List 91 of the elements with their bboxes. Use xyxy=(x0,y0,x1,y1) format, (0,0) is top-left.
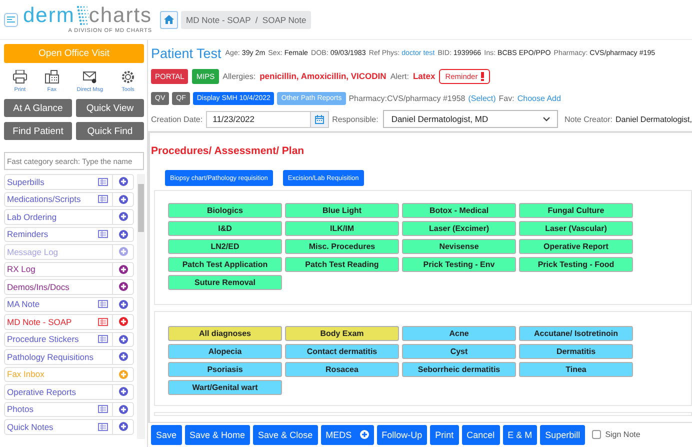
procedure-button[interactable]: I&D xyxy=(168,221,282,236)
diagnosis-button[interactable]: All diagnoses xyxy=(168,326,282,341)
nav-button[interactable]: Find Patient xyxy=(4,122,72,140)
section-title: Procedures/ Assessment/ Plan xyxy=(151,145,306,157)
field-label: Responsible: xyxy=(332,114,378,124)
category-label: Operative Reports xyxy=(7,386,77,397)
category-item[interactable]: MA Note xyxy=(4,296,134,312)
field-label: Fav: xyxy=(498,94,514,102)
field-label: Allergies: xyxy=(222,72,256,80)
select-link[interactable]: (Select) xyxy=(468,94,496,102)
diagnosis-button[interactable]: Rosacea xyxy=(285,362,399,377)
sign-note-label: Sign Note xyxy=(605,430,640,439)
field-label: Note Creator: xyxy=(564,114,613,124)
diagnosis-button[interactable]: Accutane/ Isotretinoin xyxy=(519,326,633,341)
category-label: Superbills xyxy=(7,176,46,187)
nav-button[interactable]: Quick Find xyxy=(76,122,144,140)
procedure-button[interactable]: Prick Testing - Env xyxy=(402,257,516,272)
diagnosis-button[interactable]: Cyst xyxy=(402,344,516,359)
procedure-button[interactable]: Blue Light xyxy=(285,203,399,218)
category-label: Procedure Stickers xyxy=(7,334,80,344)
allergies-value: penicillin, Amoxicillin, VICODIN xyxy=(260,71,386,81)
procedure-button[interactable]: Patch Test Application xyxy=(168,257,282,272)
diagnosis-button[interactable]: Acne xyxy=(402,326,516,341)
category-label: Lab Ordering xyxy=(7,212,58,222)
category-item[interactable]: Lab Ordering xyxy=(4,209,134,224)
procedure-button[interactable]: Nevisense xyxy=(402,239,516,254)
category-label: Medications/Scripts xyxy=(7,194,82,204)
procedure-button[interactable]: Laser (Excimer) xyxy=(402,221,516,236)
procedure-button[interactable]: Misc. Procedures xyxy=(285,239,399,254)
field-label: Alert: xyxy=(390,72,409,80)
toolbar-button[interactable]: E & M xyxy=(502,424,538,444)
date-field[interactable]: 11/23/2022 xyxy=(206,110,311,128)
toolbar-button[interactable]: Cancel xyxy=(462,424,500,444)
diagnosis-button[interactable]: Dermatitis xyxy=(519,344,633,359)
category-label: Demos/Ins/Docs xyxy=(7,282,70,292)
toolbar-button[interactable]: Save & Close xyxy=(253,424,318,444)
diagnosis-button[interactable]: Seborrheic dermatitis xyxy=(402,362,516,377)
category-item[interactable]: Superbills xyxy=(4,174,134,190)
category-item[interactable]: Demos/Ins/Docs xyxy=(4,279,134,294)
logo-text: charts xyxy=(88,6,152,26)
toolbar-button[interactable]: Save & Home xyxy=(184,424,250,444)
diagnosis-button[interactable]: Alopecia xyxy=(168,344,282,359)
procedure-button[interactable]: LN2/ED xyxy=(168,239,282,254)
category-item[interactable]: RX Log xyxy=(4,262,134,277)
toolbar-button[interactable]: MEDS xyxy=(320,424,374,444)
procedure-button[interactable]: Biologics xyxy=(168,203,282,218)
category-label: MA Note xyxy=(7,299,41,310)
category-label: Quick Notes xyxy=(7,422,54,432)
choose-add-link[interactable]: Choose Add xyxy=(517,94,561,102)
diagnosis-button[interactable]: Body Exam xyxy=(285,326,399,341)
category-item[interactable]: MD Note - SOAP xyxy=(4,314,134,330)
category-item[interactable]: Operative Reports xyxy=(4,384,134,400)
category-item[interactable]: Pathology Requisitions xyxy=(4,349,134,364)
nav-button[interactable]: Quick View xyxy=(76,99,144,117)
breadcrumb: MD Note - SOAP / SOAP Note xyxy=(181,10,312,28)
toolbar-button[interactable]: Superbill xyxy=(540,424,586,444)
procedure-button[interactable]: Botox - Medical xyxy=(402,203,516,218)
category-item[interactable]: Photos xyxy=(4,402,134,417)
procedure-button[interactable]: Fungal Culture xyxy=(519,203,633,218)
field-label: Creation Date: xyxy=(151,114,203,124)
procedure-button[interactable]: Laser (Vascular) xyxy=(519,221,633,236)
field-value: Daniel Dermatologist, xyxy=(616,114,692,124)
responsible-select[interactable]: Daniel Dermatologist, MD xyxy=(383,110,558,128)
category-label: Message Log xyxy=(7,246,60,257)
toolbar-button[interactable]: Print xyxy=(430,424,459,444)
category-label: Fax Inbox xyxy=(7,369,46,380)
procedure-button[interactable]: ILK/IM xyxy=(285,221,399,236)
procedure-button[interactable]: Operative Report xyxy=(519,239,633,254)
diagnosis-button[interactable]: Tinea xyxy=(519,362,633,377)
procedure-button[interactable]: Suture Removal xyxy=(168,275,282,290)
patient-name: Patient Test xyxy=(151,46,222,60)
logo-text: derm xyxy=(23,6,75,26)
diagnosis-button[interactable]: Wart/Genital wart xyxy=(168,380,282,395)
category-label: Photos xyxy=(7,404,34,414)
category-label: MD Note - SOAP xyxy=(7,316,73,327)
procedure-button[interactable]: Prick Testing - Food xyxy=(519,257,633,272)
category-item[interactable]: Procedure Stickers xyxy=(4,332,134,347)
category-item[interactable]: Medications/Scripts xyxy=(4,192,134,207)
diagnosis-button[interactable]: Psoriasis xyxy=(168,362,282,377)
diagnosis-button[interactable]: Contact dermatitis xyxy=(285,344,399,359)
nav-button[interactable]: At A Glance xyxy=(4,99,72,117)
toolbar-button[interactable]: Follow-Up xyxy=(376,424,428,444)
category-item[interactable]: Quick Notes xyxy=(4,419,134,434)
category-item[interactable]: Reminders xyxy=(4,226,134,242)
toolbar-button[interactable]: Save xyxy=(151,424,182,444)
pharmacy-text: Pharmacy:CVS/pharmacy #1958 xyxy=(348,94,466,102)
category-label: RX Log xyxy=(7,264,36,274)
category-label: Reminders xyxy=(7,229,50,240)
category-label: Pathology Requisitions xyxy=(7,352,94,362)
alert-value: Latex xyxy=(412,71,436,81)
procedure-button[interactable]: Patch Test Reading xyxy=(285,257,399,272)
